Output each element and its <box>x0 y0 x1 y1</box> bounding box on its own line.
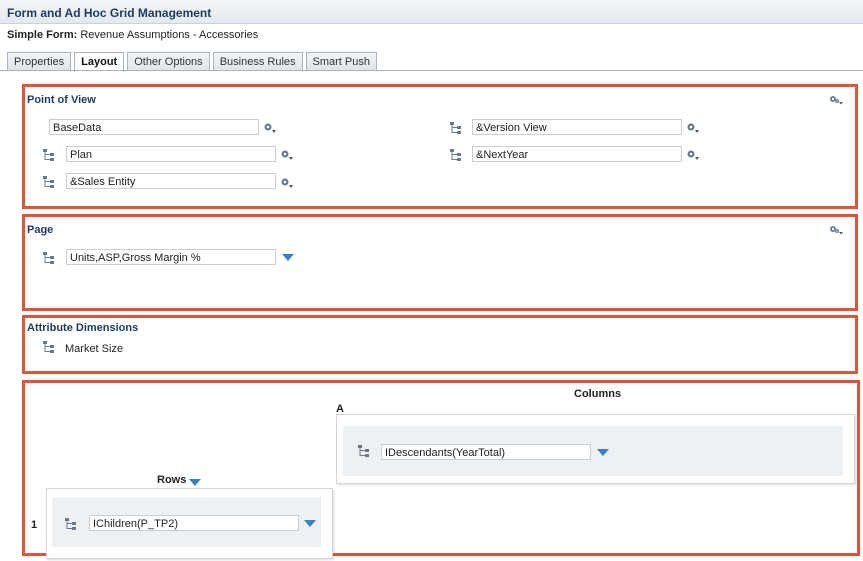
gear-menu-icon[interactable] <box>829 95 843 105</box>
attribute-dimensions-title: Attribute Dimensions <box>27 322 139 334</box>
pov-member-field[interactable]: &NextYear <box>472 146 682 162</box>
page-title: Form and Ad Hoc Grid Management <box>7 6 212 20</box>
layout-grid-section: Columns A IDescendants(YearTotal) Rows 1… <box>22 380 860 559</box>
columns-label: Columns <box>574 388 622 400</box>
attribute-dimensions-section: Attribute Dimensions Market Size <box>22 315 858 374</box>
tab-divider <box>0 70 863 71</box>
member-selector-icon[interactable] <box>280 149 294 163</box>
dimension-tree-icon[interactable] <box>449 148 463 162</box>
dropdown-arrow-icon[interactable] <box>282 254 294 261</box>
row-member-field[interactable]: IChildren(P_TP2) <box>89 515 299 531</box>
row-member-box: IChildren(P_TP2) <box>52 497 321 547</box>
column-member-field[interactable]: IDescendants(YearTotal) <box>381 444 591 460</box>
dimension-tree-icon[interactable] <box>449 121 463 135</box>
dropdown-arrow-icon[interactable] <box>189 479 201 486</box>
tab-business-rules[interactable]: Business Rules <box>212 52 303 71</box>
dimension-tree-icon[interactable] <box>64 517 78 531</box>
member-selector-icon[interactable] <box>686 122 700 136</box>
page-section: Page Units,ASP,Gross Margin % <box>22 214 858 311</box>
gear-menu-icon[interactable] <box>829 225 843 235</box>
form-subtitle: Simple Form: Revenue Assumptions - Acces… <box>7 29 258 41</box>
columns-panel: IDescendants(YearTotal) <box>336 414 855 484</box>
rows-label: Rows <box>157 474 187 486</box>
page-member-field[interactable]: Units,ASP,Gross Margin % <box>66 249 276 265</box>
point-of-view-section: Point of View BaseData Plan &Sales Entit… <box>22 84 858 209</box>
tab-layout[interactable]: Layout <box>74 52 125 72</box>
column-member-box: IDescendants(YearTotal) <box>343 426 843 476</box>
page-title-bar: Form and Ad Hoc Grid Management <box>0 0 863 24</box>
member-selector-icon[interactable] <box>280 177 294 191</box>
dimension-tree-icon[interactable] <box>42 148 56 162</box>
page-section-title: Page <box>27 224 54 236</box>
dimension-tree-icon[interactable] <box>42 175 56 189</box>
dimension-tree-icon[interactable] <box>42 340 56 354</box>
attribute-dimension-label[interactable]: Market Size <box>65 343 123 355</box>
rows-panel: IChildren(P_TP2) <box>46 488 333 559</box>
dropdown-arrow-icon[interactable] <box>597 449 609 456</box>
dimension-tree-icon[interactable] <box>357 444 371 458</box>
tab-other-options[interactable]: Other Options <box>127 52 210 71</box>
dropdown-arrow-icon[interactable] <box>304 520 316 527</box>
pov-member-field[interactable]: &Version View <box>472 119 682 135</box>
row-number: 1 <box>31 519 38 531</box>
tab-smart-push[interactable]: Smart Push <box>305 52 377 71</box>
form-label: Simple Form: <box>7 29 78 41</box>
dimension-tree-icon[interactable] <box>42 251 56 265</box>
pov-member-field[interactable]: BaseData <box>49 119 259 135</box>
pov-member-field[interactable]: &Sales Entity <box>66 173 276 189</box>
point-of-view-title: Point of View <box>27 94 96 106</box>
member-selector-icon[interactable] <box>263 122 277 136</box>
tab-bar: Properties Layout Other Options Business… <box>7 52 377 72</box>
tab-properties[interactable]: Properties <box>7 52 72 71</box>
member-selector-icon[interactable] <box>686 149 700 163</box>
form-name: Revenue Assumptions - Accessories <box>80 29 259 41</box>
pov-member-field[interactable]: Plan <box>66 146 276 162</box>
